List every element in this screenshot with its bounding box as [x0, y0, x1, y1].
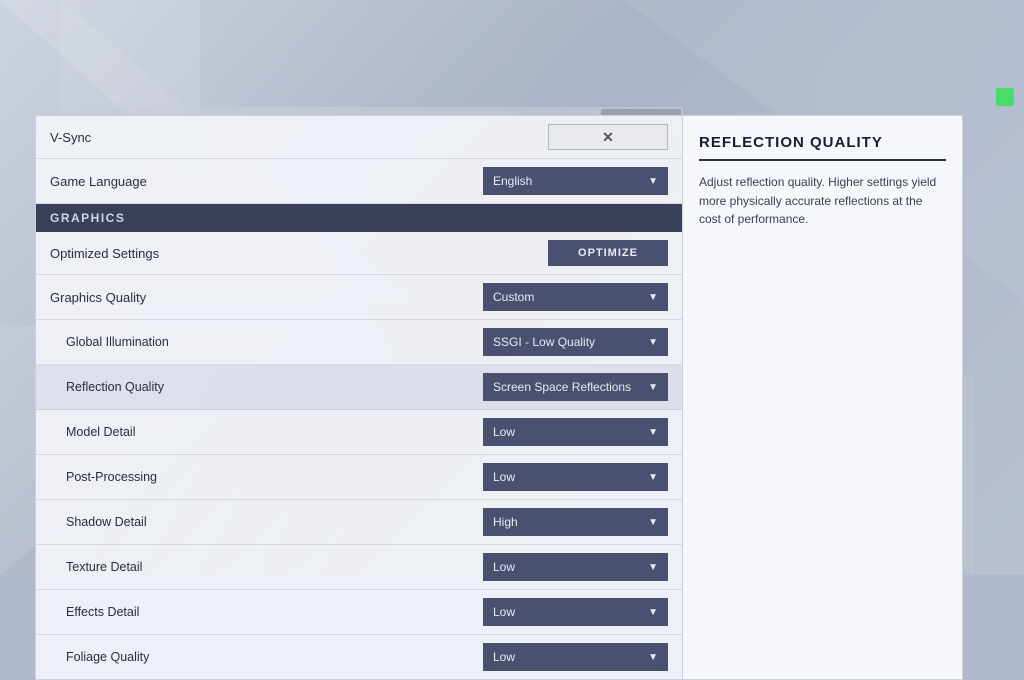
- post-processing-value: Low: [493, 470, 515, 484]
- post-processing-dropdown[interactable]: Low ▼: [483, 463, 668, 491]
- shadow-detail-dropdown[interactable]: High ▼: [483, 508, 668, 536]
- game-language-label: Game Language: [50, 174, 147, 189]
- graphics-quality-label: Graphics Quality: [50, 290, 146, 305]
- graphics-quality-dropdown[interactable]: Custom ▼: [483, 283, 668, 311]
- settings-panel: V-Sync ✕ Game Language English ▼ GRAPHIC…: [35, 115, 683, 680]
- model-detail-value: Low: [493, 425, 515, 439]
- dropdown-arrow-gi: ▼: [648, 337, 658, 348]
- effects-detail-value: Low: [493, 605, 515, 619]
- global-illumination-value: SSGI - Low Quality: [493, 335, 595, 349]
- foliage-quality-row: Foliage Quality Low ▼: [36, 635, 682, 679]
- dropdown-arrow-sd: ▼: [648, 517, 658, 528]
- texture-detail-value: Low: [493, 560, 515, 574]
- texture-detail-row: Texture Detail Low ▼: [36, 545, 682, 590]
- post-processing-label: Post-Processing: [50, 470, 157, 484]
- texture-detail-dropdown[interactable]: Low ▼: [483, 553, 668, 581]
- status-indicator: [996, 88, 1014, 106]
- optimize-button[interactable]: OPTIMIZE: [548, 240, 668, 266]
- vsync-button[interactable]: ✕: [548, 124, 668, 150]
- graphics-quality-value: Custom: [493, 290, 534, 304]
- effects-detail-row: Effects Detail Low ▼: [36, 590, 682, 635]
- vsync-row: V-Sync ✕: [36, 116, 682, 159]
- dropdown-arrow-gq: ▼: [648, 292, 658, 303]
- dropdown-arrow-fq: ▼: [648, 652, 658, 663]
- reflection-quality-dropdown[interactable]: Screen Space Reflections ▼: [483, 373, 668, 401]
- info-title: REFLECTION QUALITY: [699, 134, 946, 161]
- info-description: Adjust reflection quality. Higher settin…: [699, 173, 946, 229]
- dropdown-arrow-language: ▼: [648, 176, 658, 187]
- shadow-detail-row: Shadow Detail High ▼: [36, 500, 682, 545]
- dropdown-arrow-pp: ▼: [648, 472, 658, 483]
- post-processing-row: Post-Processing Low ▼: [36, 455, 682, 500]
- shadow-detail-value: High: [493, 515, 518, 529]
- info-panel: REFLECTION QUALITY Adjust reflection qua…: [683, 115, 963, 680]
- graphics-header-text: GRAPHICS: [50, 211, 125, 225]
- vsync-symbol: ✕: [602, 129, 614, 146]
- reflection-quality-label: Reflection Quality: [50, 380, 164, 394]
- effects-detail-dropdown[interactable]: Low ▼: [483, 598, 668, 626]
- dropdown-arrow-rq: ▼: [648, 382, 658, 393]
- model-detail-label: Model Detail: [50, 425, 135, 439]
- game-language-dropdown[interactable]: English ▼: [483, 167, 668, 195]
- optimize-label: Optimized Settings: [50, 246, 159, 261]
- global-illumination-dropdown[interactable]: SSGI - Low Quality ▼: [483, 328, 668, 356]
- graphics-section-header: GRAPHICS: [36, 204, 682, 232]
- dropdown-arrow-ed: ▼: [648, 607, 658, 618]
- foliage-quality-value: Low: [493, 650, 515, 664]
- effects-detail-label: Effects Detail: [50, 605, 139, 619]
- dropdown-arrow-md: ▼: [648, 427, 658, 438]
- vsync-label: V-Sync: [50, 130, 91, 145]
- main-container: V-Sync ✕ Game Language English ▼ GRAPHIC…: [35, 115, 963, 680]
- foliage-quality-label: Foliage Quality: [50, 650, 149, 664]
- foliage-quality-dropdown[interactable]: Low ▼: [483, 643, 668, 671]
- game-language-value: English: [493, 174, 532, 188]
- reflection-quality-row: Reflection Quality Screen Space Reflecti…: [36, 365, 682, 410]
- optimize-row: Optimized Settings OPTIMIZE: [36, 232, 682, 275]
- global-illumination-label: Global Illumination: [50, 335, 169, 349]
- global-illumination-row: Global Illumination SSGI - Low Quality ▼: [36, 320, 682, 365]
- game-language-row: Game Language English ▼: [36, 159, 682, 204]
- texture-detail-label: Texture Detail: [50, 560, 142, 574]
- optimize-btn-text: OPTIMIZE: [578, 247, 638, 259]
- model-detail-dropdown[interactable]: Low ▼: [483, 418, 668, 446]
- model-detail-row: Model Detail Low ▼: [36, 410, 682, 455]
- dropdown-arrow-td: ▼: [648, 562, 658, 573]
- reflection-quality-value: Screen Space Reflections: [493, 380, 631, 394]
- graphics-quality-row: Graphics Quality Custom ▼: [36, 275, 682, 320]
- shadow-detail-label: Shadow Detail: [50, 515, 147, 529]
